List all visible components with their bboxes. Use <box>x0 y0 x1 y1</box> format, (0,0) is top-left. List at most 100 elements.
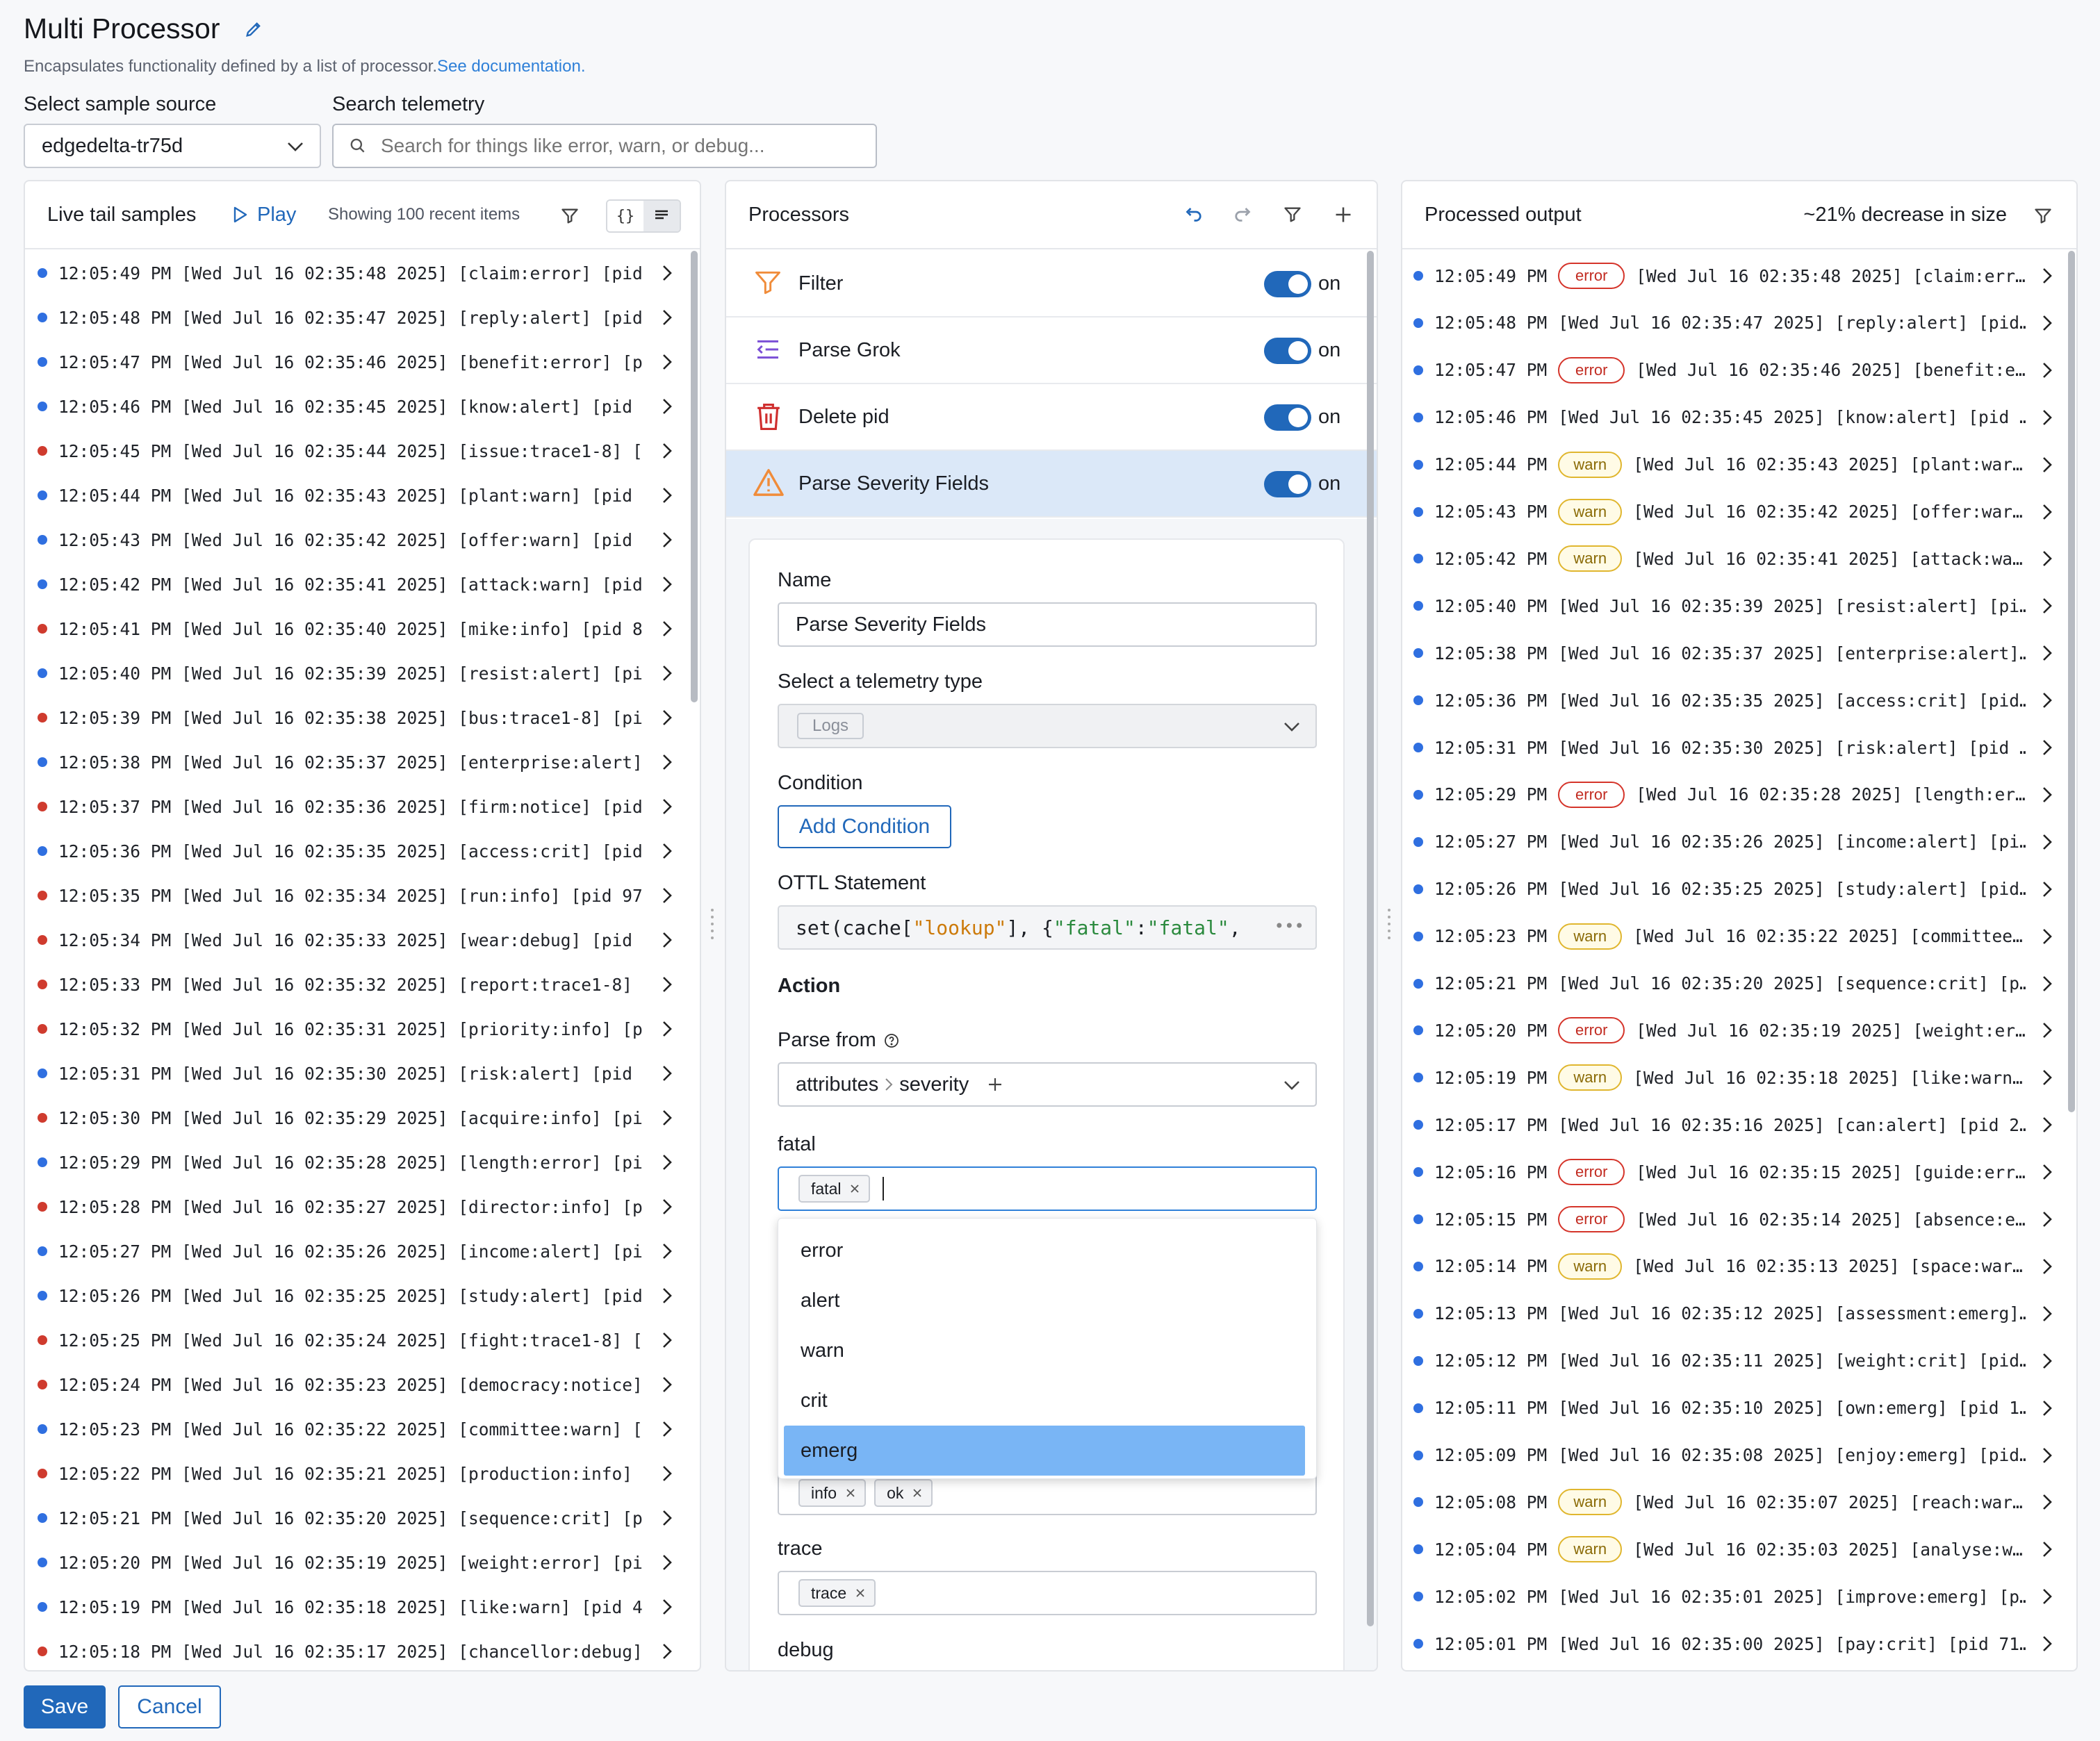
chevron-right-icon[interactable] <box>2042 1398 2053 1418</box>
log-row[interactable]: 12:05:38 PM [Wed Jul 16 02:35:37 2025] [… <box>25 740 700 784</box>
output-row[interactable]: 12:05:44 PM warn [Wed Jul 16 02:35:43 2025… <box>1402 441 2076 488</box>
chevron-right-icon[interactable] <box>662 886 673 905</box>
log-row[interactable]: 12:05:31 PM [Wed Jul 16 02:35:30 2025] [… <box>25 1051 700 1096</box>
log-row[interactable]: 12:05:34 PM [Wed Jul 16 02:35:33 2025] [… <box>25 918 700 962</box>
dropdown-option[interactable]: error <box>778 1226 1316 1276</box>
chevron-right-icon[interactable] <box>662 1153 673 1172</box>
log-row[interactable]: 12:05:18 PM [Wed Jul 16 02:35:17 2025] [… <box>25 1629 700 1670</box>
chevron-right-icon[interactable] <box>2042 361 2053 380</box>
output-row[interactable]: 12:05:19 PM warn [Wed Jul 16 02:35:18 2025… <box>1402 1054 2076 1101</box>
chevron-right-icon[interactable] <box>2042 455 2053 475</box>
chevron-right-icon[interactable] <box>2042 1210 2053 1229</box>
output-row[interactable]: 12:05:26 PM [Wed Jul 16 02:35:25 2025] [s… <box>1402 866 2076 913</box>
chevron-right-icon[interactable] <box>662 930 673 950</box>
chevron-right-icon[interactable] <box>662 1064 673 1083</box>
log-row[interactable]: 12:05:43 PM [Wed Jul 16 02:35:42 2025] [… <box>25 518 700 562</box>
chevron-right-icon[interactable] <box>662 1197 673 1216</box>
processor-item-delete-pid[interactable]: Delete pid on <box>726 384 1377 451</box>
cancel-button[interactable]: Cancel <box>118 1685 221 1728</box>
processor-toggle[interactable] <box>1264 471 1311 497</box>
chevron-right-icon[interactable] <box>2042 502 2053 522</box>
processor-item-parse-severity[interactable]: Parse Severity Fields on <box>726 451 1377 518</box>
chevron-right-icon[interactable] <box>662 1286 673 1305</box>
processor-toggle[interactable] <box>1264 271 1311 297</box>
chevron-right-icon[interactable] <box>2042 549 2053 568</box>
chevron-right-icon[interactable] <box>662 1642 673 1661</box>
play-button[interactable]: Play <box>232 204 296 226</box>
log-row[interactable]: 12:05:33 PM [Wed Jul 16 02:35:32 2025] [… <box>25 962 700 1007</box>
chevron-right-icon[interactable] <box>2042 1634 2053 1653</box>
dropdown-option[interactable]: crit <box>778 1376 1316 1426</box>
chevron-right-icon[interactable] <box>662 797 673 816</box>
filter-icon[interactable] <box>2033 206 2053 226</box>
json-view-icon[interactable]: {} <box>607 201 643 231</box>
close-icon[interactable] <box>845 1487 856 1499</box>
log-row[interactable]: 12:05:24 PM [Wed Jul 16 02:35:23 2025] [… <box>25 1362 700 1407</box>
log-row[interactable]: 12:05:27 PM [Wed Jul 16 02:35:26 2025] [… <box>25 1229 700 1273</box>
chevron-right-icon[interactable] <box>2042 832 2053 852</box>
log-row[interactable]: 12:05:37 PM [Wed Jul 16 02:35:36 2025] [… <box>25 784 700 829</box>
redo-icon[interactable] <box>1233 205 1254 226</box>
log-row[interactable]: 12:05:22 PM [Wed Jul 16 02:35:21 2025] [… <box>25 1451 700 1496</box>
chevron-right-icon[interactable] <box>662 1597 673 1617</box>
dropdown-option[interactable]: alert <box>778 1276 1316 1326</box>
chevron-right-icon[interactable] <box>2042 643 2053 663</box>
output-row[interactable]: 12:05:13 PM [Wed Jul 16 02:35:12 2025] [a… <box>1402 1290 2076 1337</box>
text-view-icon[interactable] <box>643 201 680 231</box>
chevron-right-icon[interactable] <box>2042 1021 2053 1040</box>
chevron-right-icon[interactable] <box>2042 1446 2053 1465</box>
chevron-right-icon[interactable] <box>662 663 673 683</box>
chevron-right-icon[interactable] <box>662 752 673 772</box>
chevron-right-icon[interactable] <box>662 1419 673 1439</box>
log-row[interactable]: 12:05:20 PM [Wed Jul 16 02:35:19 2025] [… <box>25 1540 700 1585</box>
chevron-right-icon[interactable] <box>2042 1162 2053 1182</box>
log-row[interactable]: 12:05:21 PM [Wed Jul 16 02:35:20 2025] [… <box>25 1496 700 1540</box>
save-button[interactable]: Save <box>24 1685 106 1728</box>
documentation-link[interactable]: See documentation. <box>437 57 585 76</box>
output-row[interactable]: 12:05:49 PM error [Wed Jul 16 02:35:48 202… <box>1402 252 2076 299</box>
log-row[interactable]: 12:05:45 PM [Wed Jul 16 02:35:44 2025] [… <box>25 429 700 473</box>
search-telemetry-field[interactable] <box>332 124 877 168</box>
more-icon[interactable]: ••• <box>1274 916 1304 936</box>
output-row[interactable]: 12:05:31 PM [Wed Jul 16 02:35:30 2025] [r… <box>1402 724 2076 771</box>
chevron-right-icon[interactable] <box>2042 1115 2053 1134</box>
log-row[interactable]: 12:05:41 PM [Wed Jul 16 02:35:40 2025] [… <box>25 607 700 651</box>
output-row[interactable]: 12:05:29 PM error [Wed Jul 16 02:35:28 202… <box>1402 771 2076 818</box>
log-row[interactable]: 12:05:29 PM [Wed Jul 16 02:35:28 2025] [… <box>25 1140 700 1185</box>
log-row[interactable]: 12:05:44 PM [Wed Jul 16 02:35:43 2025] [… <box>25 473 700 518</box>
processor-toggle[interactable] <box>1264 404 1311 431</box>
sample-source-select[interactable]: edgedelta-tr75d <box>24 124 321 168</box>
chevron-right-icon[interactable] <box>662 975 673 994</box>
log-row[interactable]: 12:05:47 PM [Wed Jul 16 02:35:46 2025] [… <box>25 340 700 384</box>
chevron-right-icon[interactable] <box>2042 1492 2053 1512</box>
log-row[interactable]: 12:05:19 PM [Wed Jul 16 02:35:18 2025] [… <box>25 1585 700 1629</box>
filter-icon[interactable] <box>1283 205 1302 224</box>
processor-item-filter[interactable]: Filter on <box>726 251 1377 317</box>
plus-icon[interactable] <box>987 1076 1003 1093</box>
chevron-right-icon[interactable] <box>662 575 673 594</box>
processor-item-parse-grok[interactable]: Parse Grok on <box>726 317 1377 384</box>
chevron-right-icon[interactable] <box>2042 1351 2053 1371</box>
chevron-right-icon[interactable] <box>662 486 673 505</box>
log-row[interactable]: 12:05:49 PM [Wed Jul 16 02:35:48 2025] [… <box>25 251 700 295</box>
chevron-right-icon[interactable] <box>2042 1587 2053 1606</box>
log-row[interactable]: 12:05:26 PM [Wed Jul 16 02:35:25 2025] [… <box>25 1273 700 1318</box>
chevron-right-icon[interactable] <box>662 1375 673 1394</box>
chevron-right-icon[interactable] <box>2042 408 2053 427</box>
log-row[interactable]: 12:05:23 PM [Wed Jul 16 02:35:22 2025] [… <box>25 1407 700 1451</box>
resize-handle-left[interactable] <box>709 903 716 945</box>
resize-handle-right[interactable] <box>1386 903 1393 945</box>
log-row[interactable]: 12:05:32 PM [Wed Jul 16 02:35:31 2025] [… <box>25 1007 700 1051</box>
chevron-right-icon[interactable] <box>662 1241 673 1261</box>
output-row[interactable]: 12:05:36 PM [Wed Jul 16 02:35:35 2025] [a… <box>1402 677 2076 724</box>
chevron-right-icon[interactable] <box>2042 266 2053 286</box>
chevron-right-icon[interactable] <box>662 1553 673 1572</box>
output-row[interactable]: 12:05:20 PM error [Wed Jul 16 02:35:19 202… <box>1402 1007 2076 1054</box>
parse-from-field[interactable]: attributes severity <box>778 1062 1317 1107</box>
log-row[interactable]: 12:05:39 PM [Wed Jul 16 02:35:38 2025] [… <box>25 695 700 740</box>
chevron-right-icon[interactable] <box>662 530 673 550</box>
output-row[interactable]: 12:05:42 PM warn [Wed Jul 16 02:35:41 2025… <box>1402 535 2076 582</box>
chevron-right-icon[interactable] <box>662 263 673 283</box>
scrollbar[interactable] <box>2068 251 2075 1112</box>
add-processor-icon[interactable] <box>1334 205 1353 224</box>
